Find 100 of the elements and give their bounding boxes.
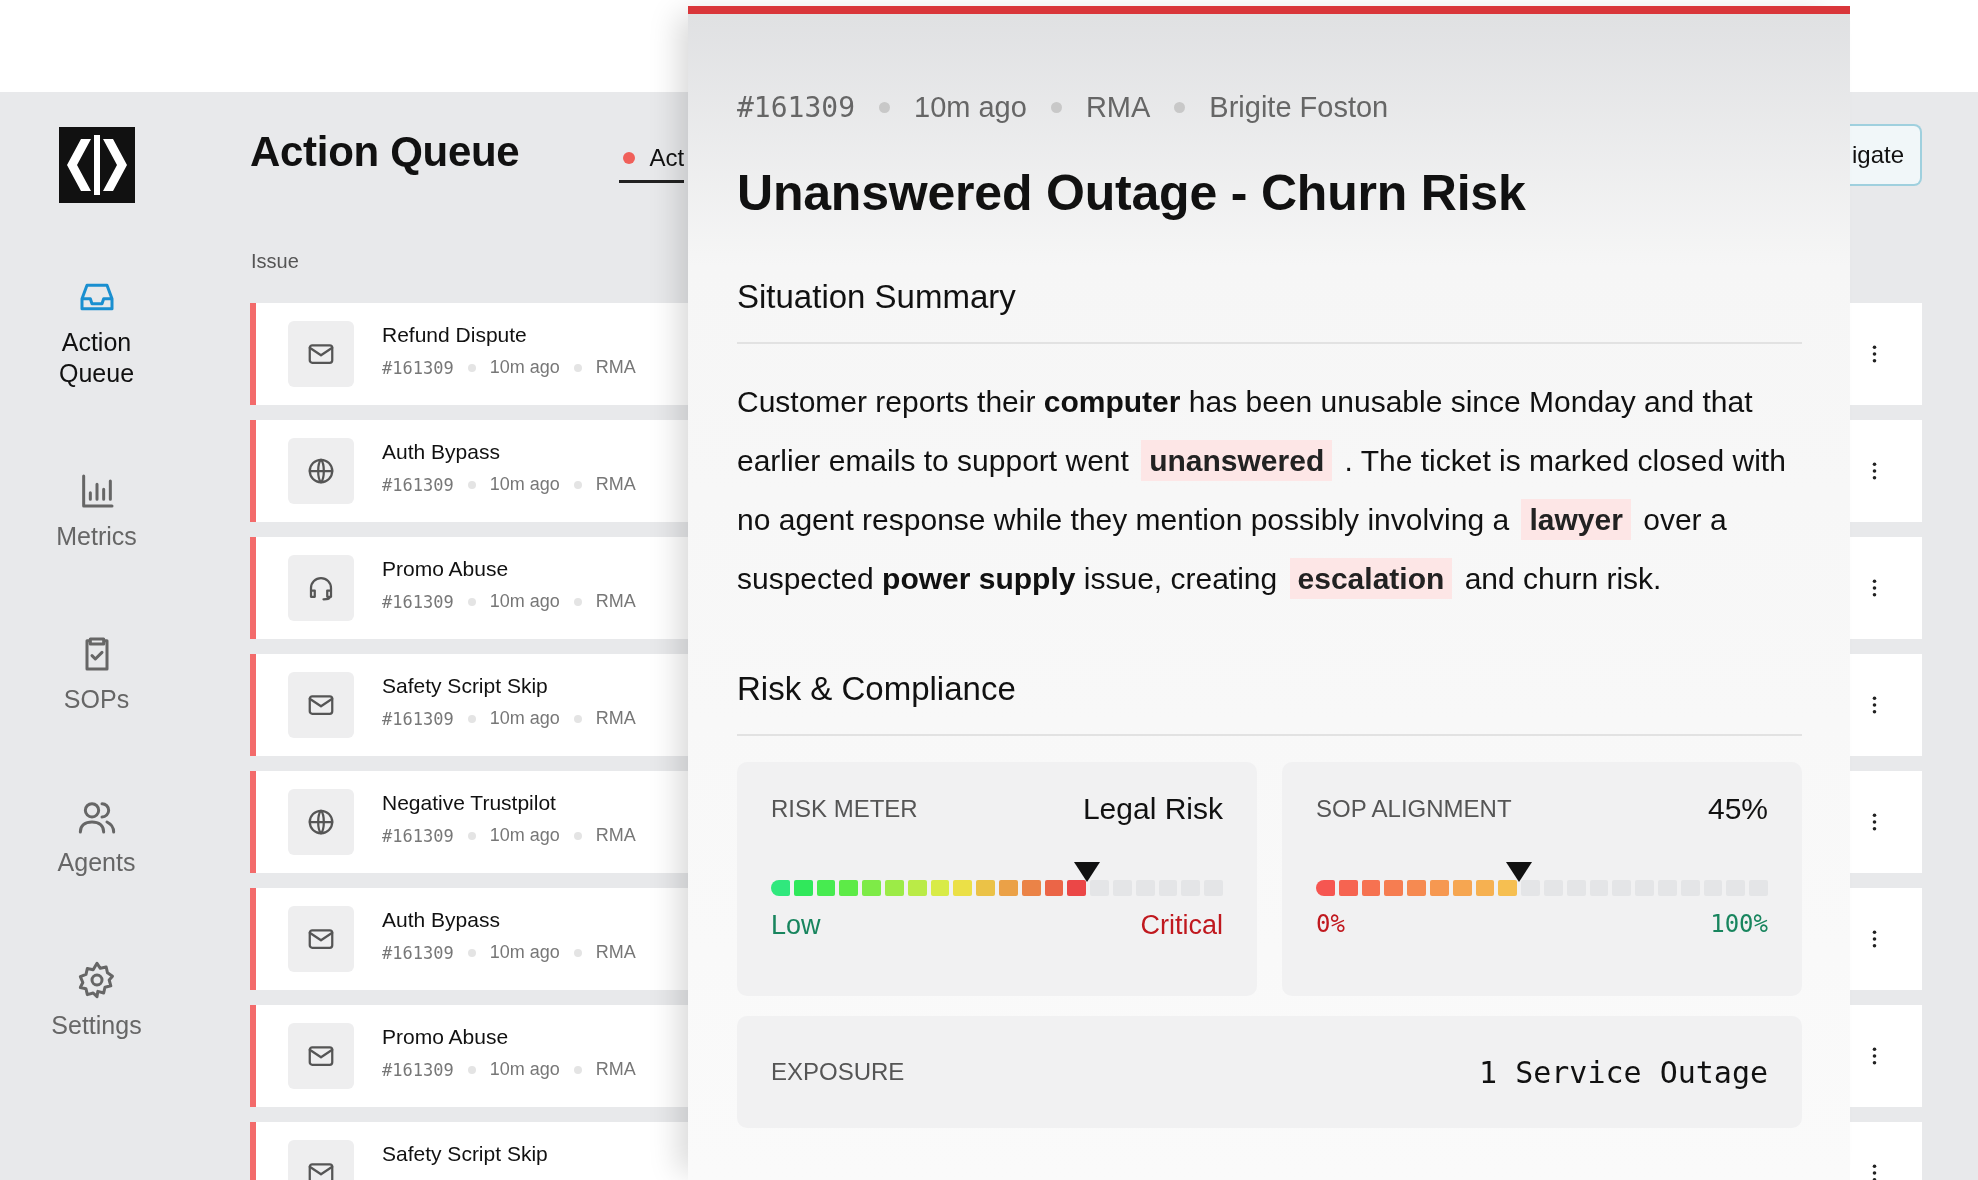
column-header: Issue bbox=[251, 250, 300, 273]
meter-segment bbox=[1475, 880, 1495, 896]
meter-segment bbox=[930, 880, 950, 896]
separator-dot bbox=[1050, 101, 1062, 113]
meta-text: RMA bbox=[1085, 90, 1151, 124]
issue-title: Promo Abuse bbox=[382, 1025, 510, 1049]
scale-max-label: 100% bbox=[1710, 910, 1768, 938]
meter-label: RISK METER bbox=[771, 795, 918, 823]
ticket-id: #161309 bbox=[382, 942, 454, 963]
time-ago: 10m ago bbox=[489, 1059, 560, 1080]
nav-item[interactable]: Action Queue bbox=[21, 277, 172, 389]
meter-segment bbox=[907, 880, 927, 896]
scale-min-label: 0% bbox=[1316, 910, 1345, 938]
ticket-type: RMA bbox=[595, 591, 636, 612]
more-icon[interactable] bbox=[1872, 1164, 1877, 1180]
section-heading: Risk & Compliance bbox=[737, 670, 1017, 708]
separator-dot bbox=[879, 101, 890, 113]
issue-title: Promo Abuse bbox=[382, 557, 510, 581]
scale-max-label: Critical bbox=[1140, 910, 1223, 941]
more-icon[interactable] bbox=[1872, 696, 1877, 714]
meter-segment bbox=[976, 880, 995, 896]
ticket-type: RMA bbox=[595, 825, 636, 846]
ticket-id: #161309 bbox=[382, 1059, 454, 1080]
ticket-id: #161309 bbox=[382, 357, 454, 378]
tab[interactable]: Act bbox=[619, 133, 685, 183]
meta-text: Brigite Foston bbox=[1209, 90, 1389, 124]
separator-dot bbox=[573, 363, 582, 372]
separator-dot bbox=[467, 480, 476, 489]
more-icon[interactable] bbox=[1872, 930, 1877, 948]
exposure-label: EXPOSURE bbox=[771, 1058, 905, 1086]
ticket-id: #161309 bbox=[382, 708, 454, 729]
separator-dot bbox=[573, 480, 582, 489]
separator-dot bbox=[573, 948, 582, 957]
ticket-type: RMA bbox=[595, 708, 636, 729]
meter-segment bbox=[771, 880, 790, 896]
meter-segment bbox=[1430, 880, 1449, 896]
meter-segment bbox=[1067, 880, 1087, 896]
more-icon[interactable] bbox=[1872, 813, 1877, 831]
ticket-id: #161309 bbox=[382, 825, 454, 846]
more-icon[interactable] bbox=[1872, 345, 1877, 363]
separator-dot bbox=[573, 597, 582, 606]
meter-segment bbox=[1044, 880, 1064, 896]
settings-icon bbox=[76, 960, 117, 1000]
scale-min-label: Low bbox=[771, 910, 821, 941]
meter-segment bbox=[1407, 880, 1426, 896]
meter-label: SOP ALIGNMENT bbox=[1316, 795, 1512, 823]
meter-segment bbox=[839, 880, 859, 896]
separator-dot bbox=[573, 1065, 582, 1074]
time-ago: 10m ago bbox=[489, 474, 560, 495]
ticket-id: #161309 bbox=[382, 591, 454, 612]
meter-segment bbox=[1021, 880, 1041, 896]
time-ago: 10m ago bbox=[489, 942, 560, 963]
separator-dot bbox=[1174, 101, 1186, 113]
issue-title: Negative Trustpilot bbox=[382, 791, 557, 815]
meter-segment bbox=[1090, 880, 1109, 896]
meter-segment bbox=[1338, 880, 1358, 896]
globe-icon bbox=[306, 456, 336, 486]
time-ago: 10m ago bbox=[489, 825, 560, 846]
separator-dot bbox=[573, 714, 582, 723]
meter-segment bbox=[1452, 880, 1472, 896]
meter-segment bbox=[1498, 880, 1518, 896]
time-ago: 10m ago bbox=[489, 591, 560, 612]
ticket-type: RMA bbox=[595, 942, 636, 963]
meter-segment bbox=[953, 880, 973, 896]
status-dot bbox=[623, 151, 636, 164]
separator-dot bbox=[573, 831, 582, 840]
more-icon[interactable] bbox=[1872, 462, 1877, 480]
ticket-id: #161309 bbox=[737, 90, 855, 124]
issue-title: Unanswered Outage - Churn Risk bbox=[737, 164, 1527, 222]
separator-dot bbox=[467, 948, 476, 957]
more-icon[interactable] bbox=[1872, 579, 1877, 597]
meter-segment bbox=[998, 880, 1018, 896]
time-ago: 10m ago bbox=[489, 708, 560, 729]
logo-icon bbox=[58, 127, 135, 203]
meter-segment bbox=[1316, 880, 1335, 896]
globe-icon bbox=[306, 807, 336, 837]
nav-item[interactable]: Agents bbox=[21, 797, 172, 878]
issue-title: Safety Script Skip bbox=[382, 1142, 548, 1166]
nav-item[interactable]: SOPs bbox=[21, 634, 172, 715]
meter-segment bbox=[793, 880, 813, 896]
summary-paragraph: Customer reports their computer has been unusable since Monday and that earlier emails to support went unanswered . The ticket is marked closed with no agent response while they mention possibly involving a lawyer over a suspected power supply issue, creating escalation and churn risk. bbox=[737, 372, 1802, 608]
ticket-type: RMA bbox=[595, 1059, 636, 1080]
issue-title: Refund Dispute bbox=[382, 323, 528, 347]
page-title: Action Queue bbox=[250, 128, 520, 176]
section-heading: Situation Summary bbox=[737, 278, 1017, 316]
meter-value: 45% bbox=[1707, 792, 1768, 826]
ticket-type: RMA bbox=[595, 357, 636, 378]
ticket-id: #161309 bbox=[382, 474, 454, 495]
separator-dot bbox=[467, 831, 476, 840]
time-ago: 10m ago bbox=[489, 357, 560, 378]
separator-dot bbox=[467, 1065, 476, 1074]
nav-item[interactable]: Metrics bbox=[21, 471, 172, 552]
separator-dot bbox=[467, 597, 476, 606]
meter-segment bbox=[816, 880, 836, 896]
nav-item[interactable]: Settings bbox=[21, 960, 172, 1041]
more-icon[interactable] bbox=[1872, 1047, 1877, 1065]
issue-title: Auth Bypass bbox=[382, 440, 501, 464]
meta-text: 10m ago bbox=[914, 90, 1027, 124]
ticket-type: RMA bbox=[595, 474, 636, 495]
meter-segment bbox=[862, 880, 881, 896]
